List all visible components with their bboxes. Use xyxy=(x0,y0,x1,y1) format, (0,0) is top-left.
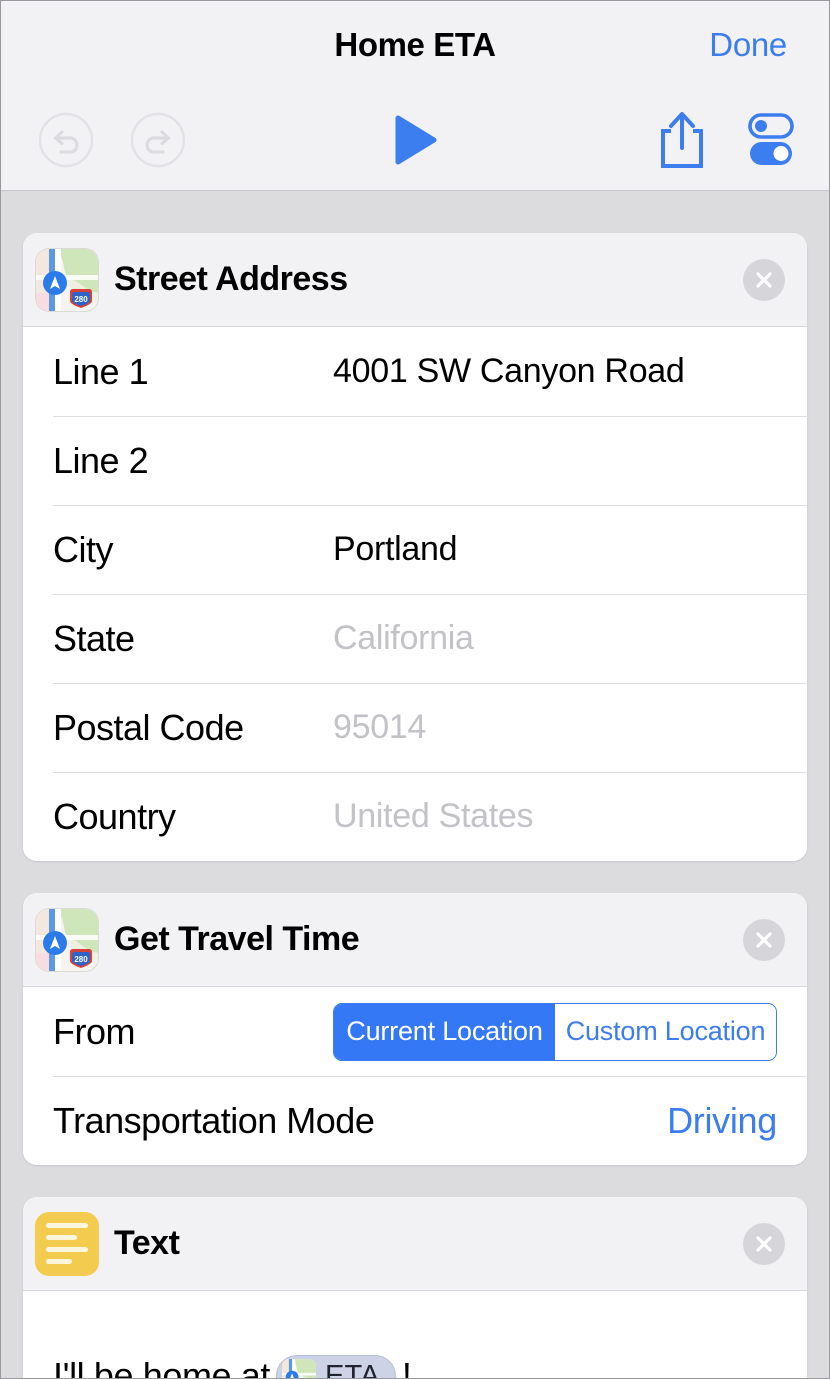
undo-button[interactable] xyxy=(35,109,97,171)
action-title: Get Travel Time xyxy=(114,920,360,958)
token-label: ETA xyxy=(325,1359,380,1379)
parameter-value[interactable]: 4001 SW Canyon Road xyxy=(333,352,777,391)
parameter-label: Country xyxy=(53,795,176,837)
shortcut-settings-button[interactable] xyxy=(739,109,801,171)
action-header: Street Address xyxy=(23,233,807,327)
parameter-row-line1[interactable]: Line 1 4001 SW Canyon Road xyxy=(23,327,807,416)
text-lines-icon xyxy=(35,1211,99,1276)
action-card-street-address[interactable]: Street Address Line 1 4001 SW Canyon Roa… xyxy=(23,233,807,861)
action-header: Text xyxy=(23,1197,807,1291)
close-icon xyxy=(756,931,772,948)
segment-current-location[interactable]: Current Location xyxy=(334,1003,555,1060)
parameter-row-line2[interactable]: Line 2 xyxy=(23,416,807,505)
parameter-placeholder[interactable]: United States xyxy=(333,797,777,836)
shortcut-editor-screen: Home ETA Done Street Address Line 1 4001… xyxy=(0,0,830,1379)
parameter-label: Line 1 xyxy=(53,350,149,392)
play-triangle-icon xyxy=(395,115,437,164)
redo-arrow-icon xyxy=(130,112,186,167)
parameter-label: Transportation Mode xyxy=(53,1099,375,1141)
text-prefix: I'll be home at xyxy=(53,1355,270,1379)
action-header: Get Travel Time xyxy=(23,893,807,987)
parameter-value[interactable]: Portland xyxy=(333,530,777,569)
action-card-text[interactable]: Text I'll be home at ETA ! xyxy=(23,1197,807,1379)
segment-custom-location[interactable]: Custom Location xyxy=(555,1003,776,1060)
parameter-placeholder[interactable]: California xyxy=(333,619,777,658)
run-shortcut-button[interactable] xyxy=(384,109,446,171)
parameter-row-country[interactable]: Country United States xyxy=(23,772,807,861)
action-card-get-travel-time[interactable]: Get Travel Time From Current Location Cu… xyxy=(23,893,807,1165)
remove-action-button[interactable] xyxy=(743,1222,785,1265)
parameter-placeholder[interactable]: 95014 xyxy=(333,708,777,747)
toggles-settings-icon xyxy=(748,112,794,165)
parameter-label: From xyxy=(53,1010,136,1052)
navigation-bar: Home ETA Done xyxy=(1,1,829,89)
variable-token-eta[interactable]: ETA xyxy=(276,1355,396,1379)
maps-app-icon xyxy=(35,247,99,312)
maps-app-icon xyxy=(35,907,99,972)
transportation-mode-value[interactable]: Driving xyxy=(374,1100,777,1142)
parameter-row-state[interactable]: State California xyxy=(23,594,807,683)
remove-action-button[interactable] xyxy=(743,258,785,301)
text-content-field[interactable]: I'll be home at ETA ! xyxy=(23,1291,807,1379)
share-button[interactable] xyxy=(651,109,713,171)
parameter-label: Postal Code xyxy=(53,706,244,748)
actions-list[interactable]: Street Address Line 1 4001 SW Canyon Roa… xyxy=(1,233,829,1379)
redo-button[interactable] xyxy=(127,109,189,171)
parameter-label: State xyxy=(53,617,135,659)
parameter-row-transportation-mode[interactable]: Transportation Mode Driving xyxy=(23,1076,807,1165)
parameter-label: Line 2 xyxy=(53,439,149,481)
parameter-label: City xyxy=(53,528,114,570)
parameter-row-city[interactable]: City Portland xyxy=(23,505,807,594)
parameter-row-from[interactable]: From Current Location Custom Location xyxy=(23,987,807,1076)
remove-action-button[interactable] xyxy=(743,918,785,961)
action-title: Street Address xyxy=(114,260,348,298)
maps-app-icon xyxy=(282,1359,316,1379)
done-button[interactable]: Done xyxy=(709,26,787,64)
close-icon xyxy=(756,271,772,288)
close-icon xyxy=(756,1235,772,1252)
text-suffix: ! xyxy=(401,1355,412,1379)
parameter-row-postal-code[interactable]: Postal Code 95014 xyxy=(23,683,807,772)
action-title: Text xyxy=(114,1224,180,1262)
page-title: Home ETA xyxy=(334,26,496,63)
undo-arrow-icon xyxy=(38,112,94,167)
from-segmented-control[interactable]: Current Location Custom Location xyxy=(333,1002,777,1061)
share-up-arrow-icon xyxy=(661,111,703,168)
editor-toolbar xyxy=(1,89,829,191)
